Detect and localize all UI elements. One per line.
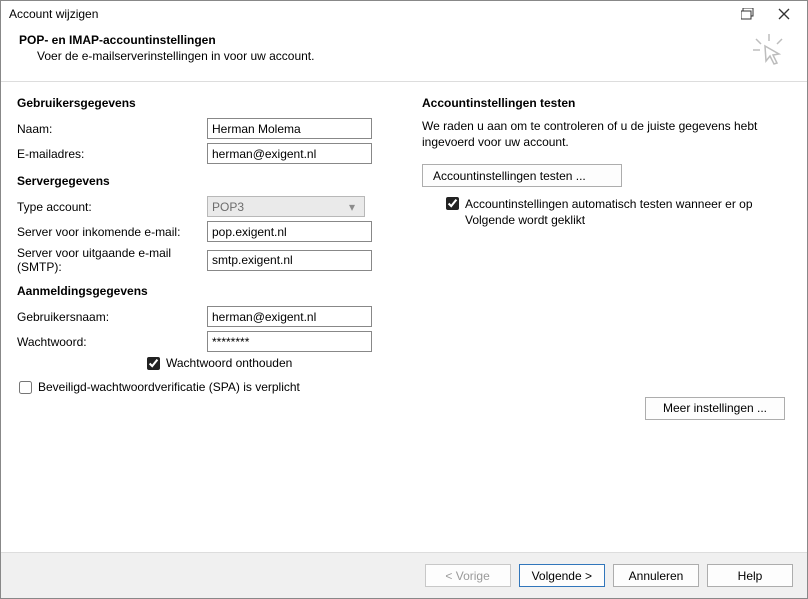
section-server-title: Servergegevens [17, 174, 386, 188]
header-subtitle: Voer de e-mailserverinstellingen in voor… [19, 49, 749, 63]
footer: < Vorige Volgende > Annuleren Help [1, 552, 807, 598]
email-label: E-mailadres: [17, 147, 207, 161]
test-description: We raden u aan om te controleren of u de… [422, 118, 791, 150]
username-label: Gebruikersnaam: [17, 310, 207, 324]
remember-password-checkbox[interactable] [147, 357, 160, 370]
section-user-title: Gebruikersgegevens [17, 96, 386, 110]
wizard-cursor-icon [749, 33, 789, 67]
header-title: POP- en IMAP-accountinstellingen [19, 33, 749, 47]
account-type-label: Type account: [17, 200, 207, 214]
section-login-title: Aanmeldingsgegevens [17, 284, 386, 298]
account-type-select: POP3 ▾ [207, 196, 365, 217]
back-button: < Vorige [425, 564, 511, 587]
spa-label: Beveiligd-wachtwoordverificatie (SPA) is… [38, 380, 300, 394]
outgoing-input[interactable] [207, 250, 372, 271]
right-column: Accountinstellingen testen We raden u aa… [422, 96, 791, 420]
auto-test-checkbox[interactable] [446, 197, 459, 210]
auto-test-label: Accountinstellingen automatisch testen w… [465, 197, 791, 228]
help-button[interactable]: Help [707, 564, 793, 587]
close-button[interactable] [767, 3, 801, 25]
name-label: Naam: [17, 122, 207, 136]
left-column: Gebruikersgegevens Naam: E-mailadres: Se… [17, 96, 386, 420]
titlebar: Account wijzigen [1, 1, 807, 27]
account-type-value: POP3 [212, 200, 244, 214]
content: Gebruikersgegevens Naam: E-mailadres: Se… [1, 82, 807, 420]
test-settings-button[interactable]: Accountinstellingen testen ... [422, 164, 622, 187]
more-settings-button[interactable]: Meer instellingen ... [645, 397, 785, 420]
remember-password-label: Wachtwoord onthouden [166, 356, 292, 370]
cancel-button[interactable]: Annuleren [613, 564, 699, 587]
email-input[interactable] [207, 143, 372, 164]
incoming-label: Server voor inkomende e-mail: [17, 225, 207, 239]
spa-checkbox[interactable] [19, 381, 32, 394]
next-button[interactable]: Volgende > [519, 564, 605, 587]
chevron-down-icon: ▾ [344, 200, 360, 214]
section-test-title: Accountinstellingen testen [422, 96, 791, 110]
incoming-input[interactable] [207, 221, 372, 242]
password-input[interactable] [207, 331, 372, 352]
name-input[interactable] [207, 118, 372, 139]
password-label: Wachtwoord: [17, 335, 207, 349]
restore-button[interactable] [731, 3, 765, 25]
header: POP- en IMAP-accountinstellingen Voer de… [1, 27, 807, 75]
outgoing-label: Server voor uitgaande e-mail (SMTP): [17, 246, 207, 274]
window-title: Account wijzigen [9, 7, 729, 21]
username-input[interactable] [207, 306, 372, 327]
